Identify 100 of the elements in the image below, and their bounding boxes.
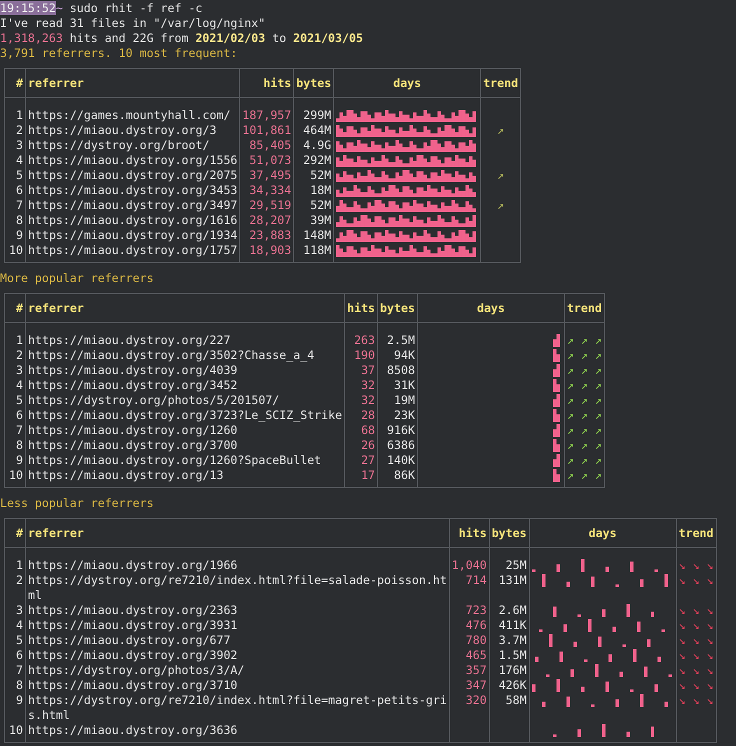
bytes-cell: 916K — [378, 423, 418, 438]
bytes-cell: 8508 — [378, 363, 418, 378]
referrer-cell: https://miaou.dystroy.org/2363 — [26, 603, 450, 618]
row-number: 8 — [4, 678, 26, 693]
row-number: 3 — [4, 363, 26, 378]
referrer-cell: https://miaou.dystroy.org/1934 — [26, 228, 240, 243]
sparkline — [552, 394, 560, 407]
hits-cell: 263 — [344, 322, 378, 348]
trend-arrows: ↗ — [497, 198, 504, 212]
sparkline — [552, 364, 560, 377]
bytes-cell: 94K — [378, 348, 418, 363]
sparkline — [552, 349, 560, 362]
bytes-cell: 18M — [294, 183, 334, 198]
hits-cell: 101,861 — [240, 123, 294, 138]
hits-cell: 27 — [344, 453, 378, 468]
trend-arrows: ↘ ↘ ↘ — [678, 603, 714, 617]
referrer-cell: https://miaou.dystroy.org/1966 — [26, 548, 450, 573]
bytes-cell: 118M — [294, 243, 334, 262]
hits-cell: 37,495 — [240, 168, 294, 183]
trend-arrows: ↘ ↘ ↘ — [678, 558, 714, 572]
row-number: 9 — [4, 453, 26, 468]
trend-arrows: ↗ ↗ ↗ — [566, 333, 602, 347]
trend-arrows: ↗ ↗ ↗ — [566, 363, 602, 377]
sparkline — [552, 439, 560, 452]
column-header: hits — [449, 518, 490, 548]
referrer-cell: https://miaou.dystroy.org/3710 — [26, 678, 450, 693]
row-number: 1 — [4, 548, 26, 573]
referrer-cell: https://miaou.dystroy.org/3502?Chasse_a_4 — [26, 348, 345, 363]
row-number: 3 — [4, 603, 26, 618]
row-number: 9 — [4, 228, 26, 243]
column-header: # — [4, 518, 26, 548]
hits-cell: 34,334 — [240, 183, 294, 198]
trend-arrows: ↗ ↗ ↗ — [566, 348, 602, 362]
bytes-cell: 31K — [378, 378, 418, 393]
referrer-cell: https://miaou.dystroy.org/4039 — [26, 363, 345, 378]
column-header: days — [417, 294, 564, 322]
referrer-cell: https://miaou.dystroy.org/3723?Le_SCIZ_Strike — [26, 408, 345, 423]
referrer-cell: https://miaou.dystroy.org/3700 — [26, 438, 345, 453]
hits-cell: 85,405 — [240, 138, 294, 153]
trend-arrows: ↗ ↗ ↗ — [566, 423, 602, 437]
referrer-cell: https://dystroy.org/photos/3/A/ — [26, 663, 450, 678]
referrer-cell: https://miaou.dystroy.org/3453 — [26, 183, 240, 198]
prompt-path: ~ — [56, 1, 63, 15]
column-header: trend — [480, 68, 521, 98]
trend-arrows: ↘ ↘ ↘ — [678, 573, 714, 587]
bytes-cell: 3.7M — [489, 633, 530, 648]
referrer-cell: https://miaou.dystroy.org/3931 — [26, 618, 450, 633]
referrer-cell: https://miaou.dystroy.org/13 — [26, 468, 345, 488]
bytes-cell: 23K — [378, 408, 418, 423]
referrer-cell: https://dystroy.org/photos/5/201507/ — [26, 393, 345, 408]
referrer-cell: https://miaou.dystroy.org/1616 — [26, 213, 240, 228]
bytes-cell: 426K — [489, 678, 530, 693]
trend-arrows: ↘ ↘ ↘ — [678, 648, 714, 662]
hits-cell: 320 — [449, 693, 490, 723]
trend-arrows: ↗ ↗ ↗ — [566, 453, 602, 467]
referrer-cell: https://miaou.dystroy.org/3 — [26, 123, 240, 138]
sparkline — [552, 469, 560, 482]
bytes-cell: 25M — [489, 548, 530, 573]
column-header: bytes — [489, 518, 530, 548]
hits-cell: 29,519 — [240, 198, 294, 213]
hits-cell: 37 — [344, 363, 378, 378]
output-text: to — [272, 31, 286, 45]
hits-cell: 26 — [344, 438, 378, 453]
column-header: trend — [676, 518, 716, 548]
trend-arrows: ↗ — [497, 168, 504, 182]
column-header: days — [334, 68, 481, 98]
row-number: 1 — [4, 322, 26, 348]
row-number: 4 — [4, 378, 26, 393]
bytes-cell: 2.6M — [489, 603, 530, 618]
hit-count: 1,318,263 — [0, 31, 63, 45]
row-number: 7 — [4, 198, 26, 213]
referrer-cell: https://miaou.dystroy.org/227 — [26, 322, 345, 348]
trend-arrows: ↗ ↗ ↗ — [566, 393, 602, 407]
end-date: 2021/03/05 — [293, 31, 363, 45]
trend-arrows: ↗ ↗ ↗ — [566, 378, 602, 392]
column-header: # — [4, 294, 26, 322]
bytes-cell: 6386 — [378, 438, 418, 453]
row-number: 6 — [4, 183, 26, 198]
command: sudo rhit -f ref -c — [70, 1, 202, 15]
bytes-cell: 1.5M — [489, 648, 530, 663]
column-header: # — [4, 68, 26, 98]
referrer-cell: https://miaou.dystroy.org/2075 — [26, 168, 240, 183]
row-number: 6 — [4, 408, 26, 423]
row-number: 10 — [4, 468, 26, 488]
referrer-cell: https://dystroy.org/broot/ — [26, 138, 240, 153]
sparkline — [552, 454, 560, 467]
hits-cell: 17 — [344, 468, 378, 488]
bytes-cell: 131M — [489, 573, 530, 603]
bytes-cell: 411K — [489, 618, 530, 633]
bytes-cell: 140K — [378, 453, 418, 468]
hits-cell: 28 — [344, 408, 378, 423]
row-number: 1 — [4, 98, 26, 123]
sparkline — [552, 379, 560, 392]
bytes-cell: 39M — [294, 213, 334, 228]
hits-cell: 187,957 — [240, 98, 294, 123]
bytes-cell: 58M — [489, 693, 530, 723]
referrer-cell: https://games.mountyhall.com/ — [26, 98, 240, 123]
sparkline — [552, 424, 560, 437]
row-number: 2 — [4, 123, 26, 138]
hits-cell: 1,040 — [449, 548, 490, 573]
